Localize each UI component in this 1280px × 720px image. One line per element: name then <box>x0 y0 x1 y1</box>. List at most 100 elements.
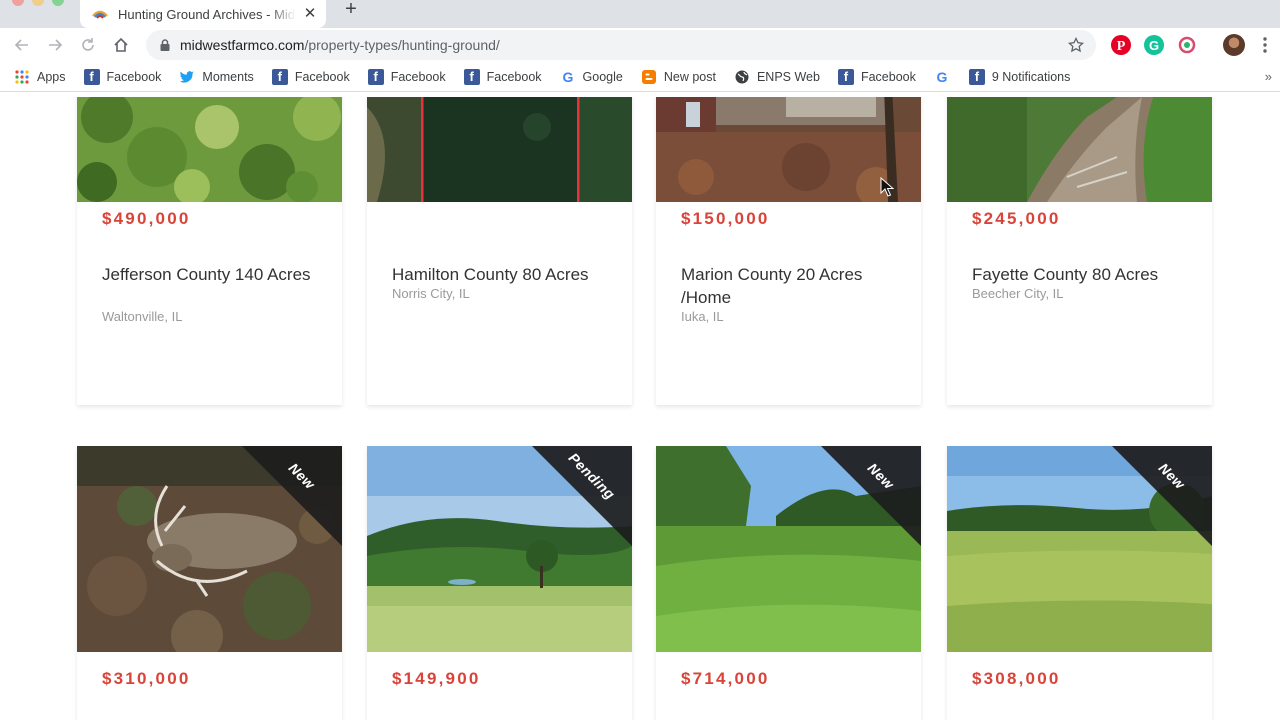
tab-strip: Hunting Ground Archives - Midwest Farm C… <box>0 0 1280 28</box>
facebook-icon: f <box>837 68 854 85</box>
listing-title[interactable]: Marion County 20 Acres /Home <box>681 263 901 309</box>
bookmark-label: Apps <box>37 69 66 84</box>
tab-title: Hunting Ground Archives - Midwest Farm C… <box>118 6 296 22</box>
aerial-forest-photo[interactable] <box>77 97 342 202</box>
google-icon: G <box>936 69 947 85</box>
creek-photo[interactable] <box>947 97 1212 202</box>
minimize-window-icon[interactable] <box>32 0 44 6</box>
listing-card[interactable]: $245,000 Fayette County 80 Acres Beecher… <box>947 97 1212 405</box>
bookmark-label: Facebook <box>106 69 162 84</box>
facebook-icon: f <box>367 68 384 85</box>
svg-text:G: G <box>562 69 573 85</box>
listing-price: $308,000 <box>972 669 1061 688</box>
google-icon: G <box>562 69 573 85</box>
bookmark-facebook[interactable]: f Facebook <box>271 68 350 85</box>
listing-price: $714,000 <box>681 669 770 688</box>
listing-card[interactable]: New $714,000 <box>656 446 921 720</box>
extension-icon[interactable] <box>1177 35 1197 55</box>
address-bar[interactable]: midwestfarmco.com/property-types/hunting… <box>146 30 1096 60</box>
site-favicon-icon <box>92 10 108 19</box>
bookmark-label: 9 Notifications <box>991 69 1071 84</box>
listing-price: $490,000 <box>102 209 191 228</box>
listing-card[interactable]: New $310,000 <box>77 446 342 720</box>
bookmark-facebook[interactable]: f Facebook <box>837 68 916 85</box>
bookmark-notifications[interactable]: f 9 Notifications <box>968 68 1071 85</box>
profile-avatar[interactable] <box>1223 34 1245 56</box>
close-tab-icon[interactable]: ✕ <box>302 6 318 22</box>
globe-icon <box>735 70 749 83</box>
svg-text:P: P <box>1117 39 1126 54</box>
new-tab-button[interactable]: + <box>340 0 362 22</box>
bookmark-label: Facebook <box>294 69 350 84</box>
bookmark-label: ENPS Web <box>756 69 820 84</box>
bookmark-label: Google <box>582 69 623 84</box>
back-button[interactable] <box>12 35 32 55</box>
url-text: midwestfarmco.com/property-types/hunting… <box>180 37 500 53</box>
bookmarks-bar: Apps f Facebook Moments f Facebook f Fac… <box>0 62 1280 92</box>
listings-page: $490,000 Jefferson County 140 Acres Walt… <box>0 97 1280 720</box>
status-ribbon: New <box>811 446 921 556</box>
bookmark-label: Facebook <box>486 69 542 84</box>
url-path: /property-types/hunting-ground/ <box>304 37 500 53</box>
maximize-window-icon[interactable] <box>52 0 64 6</box>
listing-title[interactable]: Fayette County 80 Acres <box>972 263 1192 286</box>
bookmark-label: New post <box>663 69 716 84</box>
listing-price: $310,000 <box>102 669 191 688</box>
listing-location: Beecher City, IL <box>972 286 1064 301</box>
listing-card[interactable]: $150,000 Marion County 20 Acres /Home Iu… <box>656 97 921 405</box>
url-domain: midwestfarmco.com <box>180 37 305 53</box>
twitter-icon <box>180 70 195 83</box>
listing-card[interactable]: Pending $149,900 <box>367 446 632 720</box>
lock-icon[interactable] <box>158 38 172 52</box>
badge-text: New <box>1155 459 1189 493</box>
listing-location: Iuka, IL <box>681 309 724 324</box>
bookmark-label: Facebook <box>390 69 446 84</box>
bookmark-new-post[interactable]: New post <box>641 69 716 85</box>
bookmark-google[interactable]: G Google <box>560 69 623 85</box>
listing-location: Norris City, IL <box>392 286 470 301</box>
tab-hunting-ground[interactable]: Hunting Ground Archives - Midwest Farm C… <box>80 0 326 28</box>
aerial-boundary-photo[interactable] <box>367 97 632 202</box>
svg-text:G: G <box>1149 38 1159 53</box>
listing-card[interactable]: Hamilton County 80 Acres Norris City, IL <box>367 97 632 405</box>
status-ribbon: Pending <box>522 446 632 556</box>
facebook-icon: f <box>83 68 100 85</box>
status-ribbon: New <box>232 446 342 556</box>
bookmark-facebook[interactable]: f Facebook <box>83 68 162 85</box>
home-button[interactable] <box>111 35 131 55</box>
forward-button[interactable] <box>45 35 65 55</box>
bookmark-apps[interactable]: Apps <box>14 69 66 85</box>
bookmark-google-blank[interactable]: G <box>934 69 957 85</box>
blogger-icon <box>641 69 656 84</box>
bookmark-moments[interactable]: Moments <box>179 69 254 85</box>
menu-dots-icon[interactable] <box>1258 34 1272 56</box>
mouse-cursor-icon <box>880 177 894 197</box>
home-icon <box>114 37 128 52</box>
listing-card[interactable]: $490,000 Jefferson County 140 Acres Walt… <box>77 97 342 405</box>
badge-text: New <box>285 459 319 493</box>
badge-text: Pending <box>565 449 619 503</box>
bookmark-facebook[interactable]: f Facebook <box>463 68 542 85</box>
pinterest-extension-icon[interactable]: P <box>1111 35 1131 55</box>
listing-price: $245,000 <box>972 209 1061 228</box>
arrow-right-icon <box>49 39 63 51</box>
status-ribbon: New <box>1102 446 1212 556</box>
grammarly-extension-icon[interactable]: G <box>1144 35 1164 55</box>
badge-text: New <box>864 459 898 493</box>
svg-text:G: G <box>936 69 947 85</box>
reload-button[interactable] <box>78 35 98 55</box>
bookmark-star-icon[interactable] <box>1068 37 1084 53</box>
listing-price: $149,900 <box>392 669 481 688</box>
bookmarks-overflow-icon[interactable]: » <box>1265 69 1272 84</box>
facebook-icon: f <box>968 68 985 85</box>
bookmark-enps-web[interactable]: ENPS Web <box>734 69 820 85</box>
apps-grid-icon <box>15 69 29 84</box>
bookmark-label: Moments <box>202 69 254 84</box>
bookmark-facebook[interactable]: f Facebook <box>367 68 446 85</box>
reload-icon <box>82 38 94 51</box>
arrow-left-icon <box>14 39 28 51</box>
listing-title[interactable]: Jefferson County 140 Acres <box>102 263 322 286</box>
close-window-icon[interactable] <box>12 0 24 6</box>
listing-title[interactable]: Hamilton County 80 Acres <box>392 263 612 286</box>
listing-card[interactable]: New $308,000 <box>947 446 1212 720</box>
